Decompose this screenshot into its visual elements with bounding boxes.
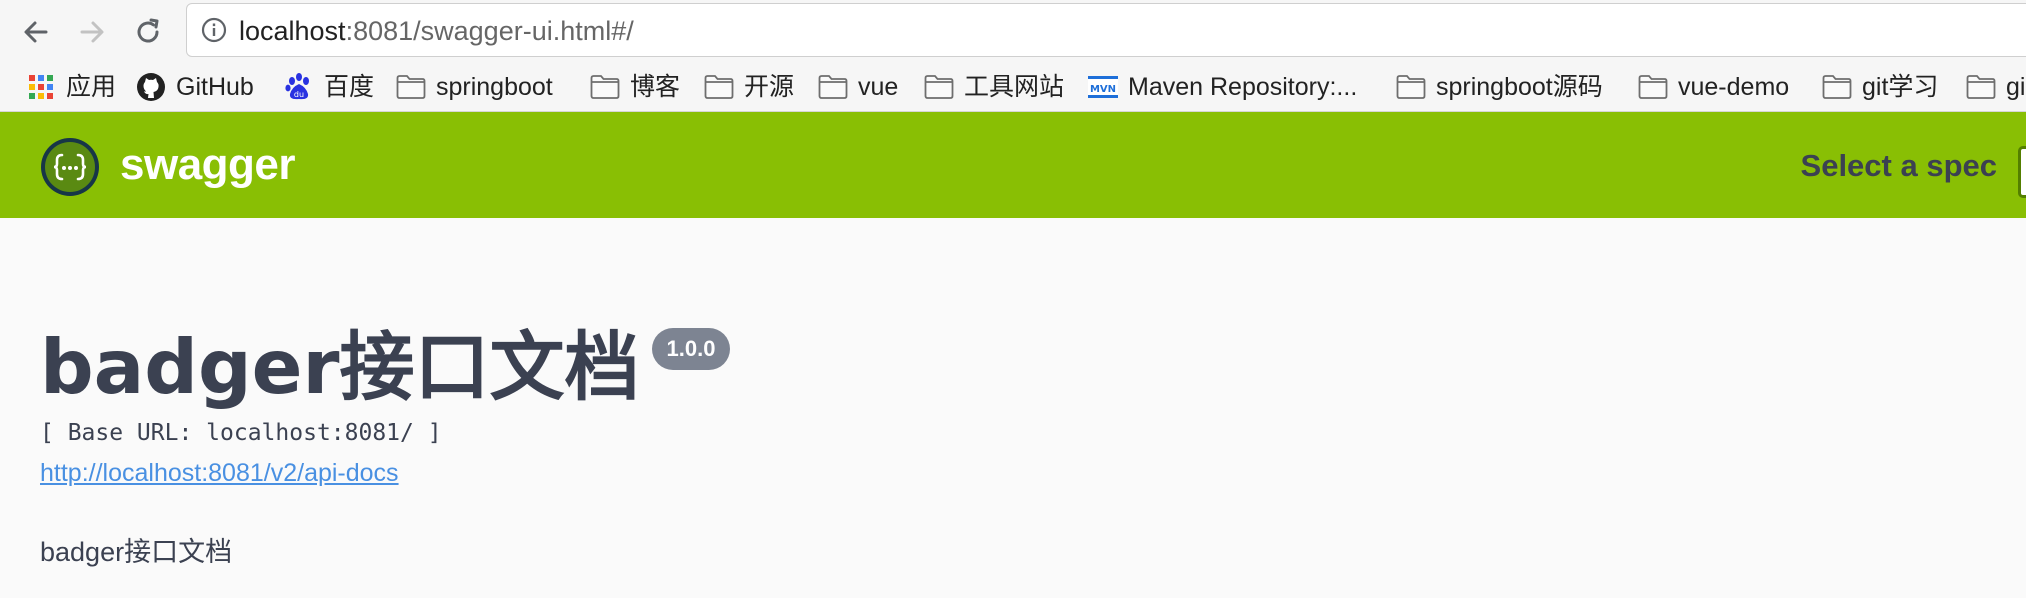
bookmark-label: 博客: [630, 73, 681, 101]
bookmark-folder-springboot-source[interactable]: springboot源码: [1396, 69, 1603, 105]
bookmark-folder-truncated[interactable]: gi: [1966, 69, 2026, 105]
folder-icon: [704, 72, 734, 102]
bookmark-baidu[interactable]: du 百度: [284, 69, 374, 105]
swagger-logo-icon[interactable]: [40, 137, 100, 197]
arrow-left-icon: [24, 21, 48, 43]
swagger-topbar: swagger Select a spec: [0, 112, 2026, 218]
spec-select-dropdown[interactable]: [2018, 146, 2026, 198]
api-title-row: badger接口文档 1.0.0: [40, 322, 731, 412]
bookmark-label: GitHub: [176, 73, 254, 101]
bookmark-maven[interactable]: MVN Maven Repository:...: [1088, 69, 1357, 105]
folder-icon: [924, 72, 954, 102]
bookmark-folder-blog[interactable]: 博客: [590, 69, 680, 105]
bookmark-folder-springboot[interactable]: springboot: [396, 69, 553, 105]
baidu-paw-icon: du: [284, 72, 314, 102]
bookmark-label: springboot源码: [1436, 73, 1603, 101]
bookmark-label: vue-demo: [1678, 73, 1790, 101]
url-text[interactable]: localhost:8081/swagger-ui.html#/: [239, 16, 634, 46]
folder-icon: [396, 72, 426, 102]
api-docs-link[interactable]: http://localhost:8081/v2/api-docs: [40, 458, 399, 488]
github-icon: [136, 72, 166, 102]
address-bar[interactable]: localhost:8081/swagger-ui.html#/: [186, 3, 2026, 57]
forward-button[interactable]: [70, 10, 114, 54]
bookmark-folder-vue[interactable]: vue: [818, 69, 898, 105]
swagger-logo-text[interactable]: swagger: [120, 138, 296, 192]
base-url: [ Base URL: localhost:8081/ ]: [40, 420, 442, 446]
back-button[interactable]: [14, 10, 58, 54]
folder-icon: [1966, 72, 1996, 102]
reload-button[interactable]: [126, 10, 170, 54]
bookmark-folder-vue-demo[interactable]: vue-demo: [1638, 69, 1789, 105]
folder-icon: [1396, 72, 1426, 102]
api-description: badger接口文档: [40, 537, 233, 567]
bookmark-label: 工具网站: [964, 73, 1065, 101]
svg-text:du: du: [294, 90, 304, 99]
bookmark-label: 应用: [66, 73, 117, 101]
bookmark-label: springboot: [436, 73, 553, 101]
folder-icon: [590, 72, 620, 102]
select-spec-label: Select a spec: [1800, 148, 1997, 183]
reload-icon: [137, 18, 159, 43]
folder-icon: [818, 72, 848, 102]
bookmark-label: git学习: [1862, 73, 1939, 101]
folder-icon: [1822, 72, 1852, 102]
bookmark-label: 开源: [744, 73, 795, 101]
browser-toolbar: localhost:8081/swagger-ui.html#/: [0, 0, 2026, 64]
apps-grid-icon: [26, 72, 56, 102]
url-host: localhost: [239, 16, 346, 46]
arrow-right-icon: [80, 21, 104, 43]
svg-text:MVN: MVN: [1090, 84, 1116, 95]
bookmark-folder-opensource[interactable]: 开源: [704, 69, 794, 105]
mvn-icon: MVN: [1088, 72, 1118, 102]
info-icon[interactable]: [201, 17, 227, 43]
api-title: badger接口文档: [40, 323, 640, 411]
bookmark-folder-tools[interactable]: 工具网站: [924, 69, 1064, 105]
version-badge: 1.0.0: [651, 328, 731, 370]
folder-icon: [1638, 72, 1668, 102]
bookmarks-bar: 应用 GitHub du 百度 springboot 博客 开源 vue 工具网…: [0, 64, 2026, 112]
bookmark-label: 百度: [324, 73, 375, 101]
bookmark-folder-git[interactable]: git学习: [1822, 69, 1938, 105]
bookmark-label: vue: [858, 73, 899, 101]
bookmark-label: gi: [2006, 73, 2026, 101]
bookmark-label: Maven Repository:...: [1128, 73, 1358, 101]
url-path: :8081/swagger-ui.html#/: [345, 16, 634, 46]
bookmark-apps[interactable]: 应用: [26, 69, 116, 105]
bookmark-github[interactable]: GitHub: [136, 69, 254, 105]
